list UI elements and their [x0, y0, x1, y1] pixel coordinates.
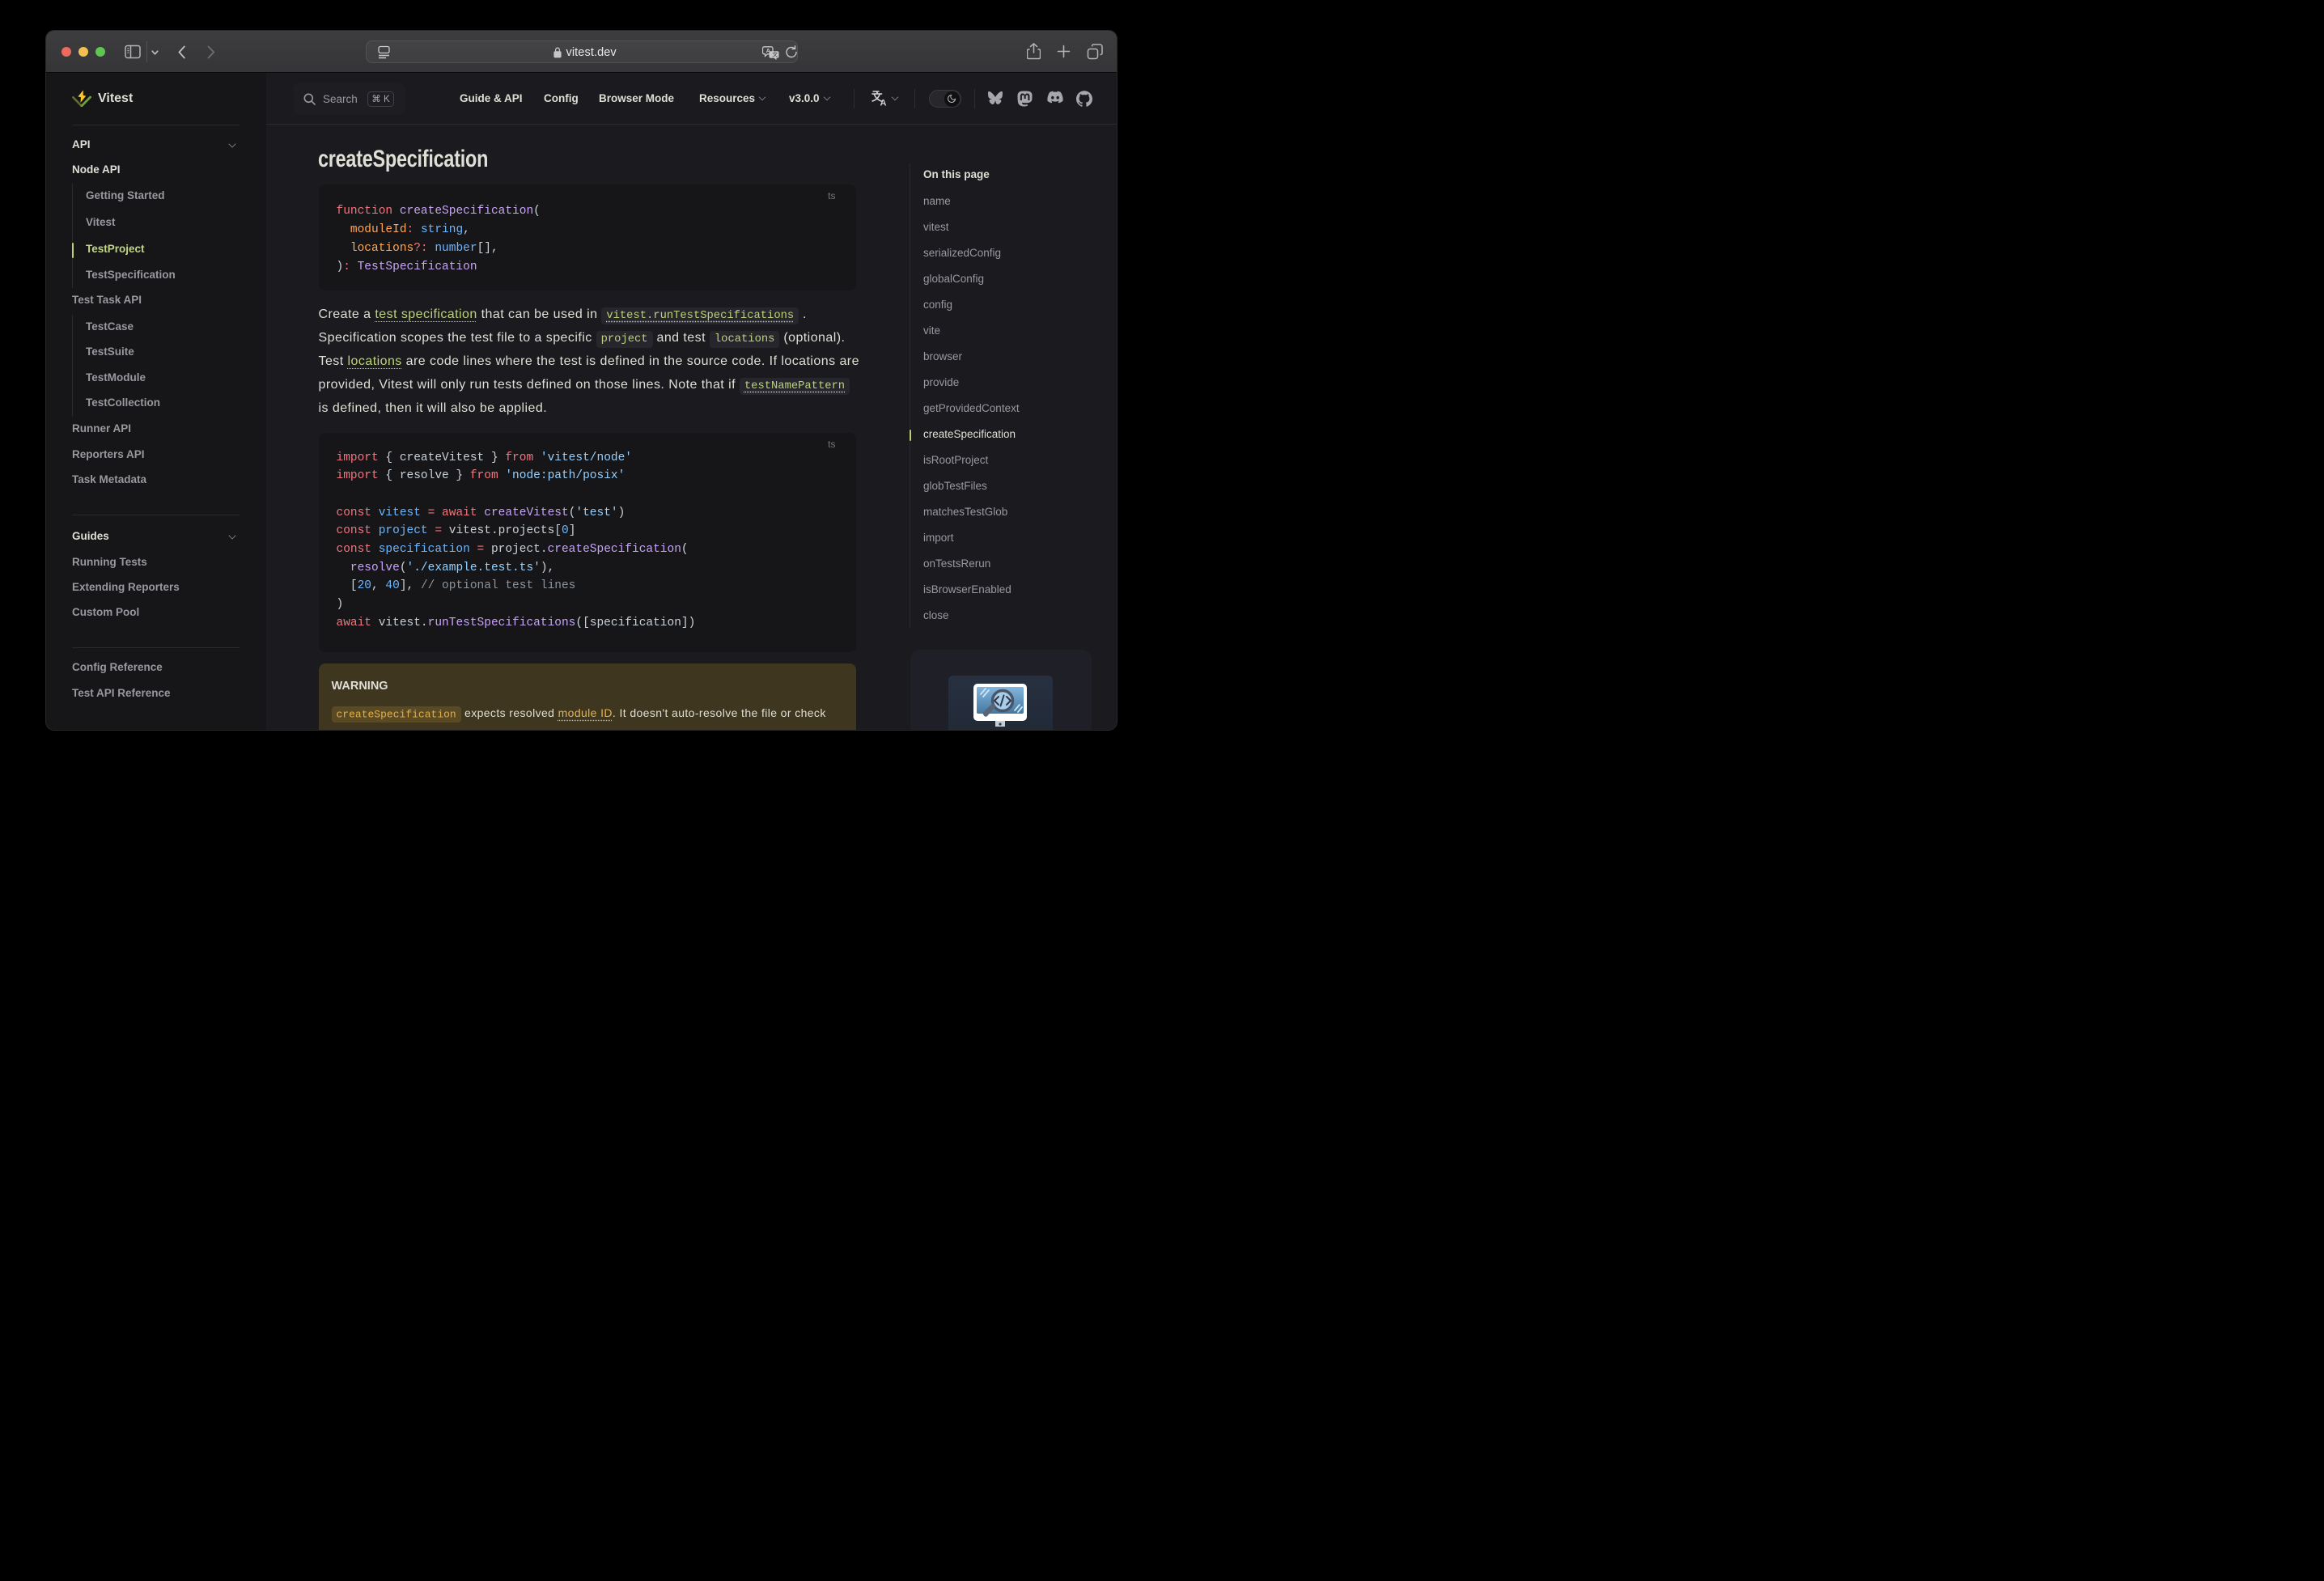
- svg-text:文: 文: [772, 50, 778, 57]
- svg-text:A: A: [880, 99, 887, 107]
